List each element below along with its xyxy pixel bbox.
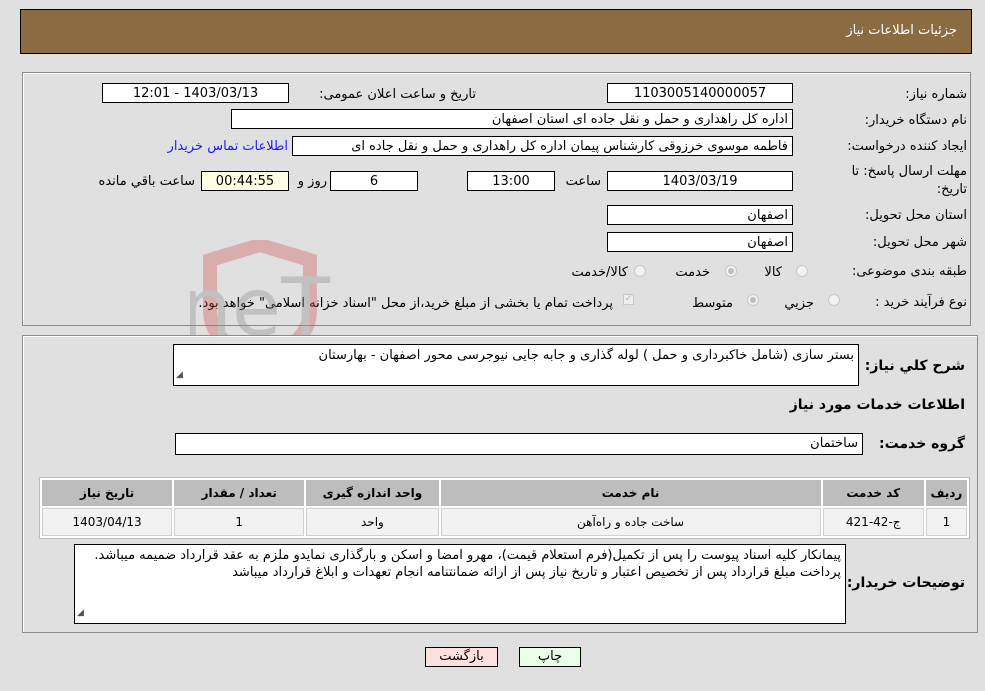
col-quantity: تعداد / مقدار <box>174 480 305 506</box>
creator-field: فاطمه موسوی خرزوقی کارشناس پیمان اداره ک… <box>292 136 793 156</box>
buyer-notes-textarea[interactable]: پیمانکار کلیه اسناد پیوست را پس از تکمیل… <box>74 544 846 624</box>
deadline-date-field: 1403/03/19 <box>607 171 793 191</box>
cell-row-number: 1 <box>925 508 967 536</box>
deadline-label: مهلت ارسال پاسخ: تا تاریخ: <box>851 164 967 197</box>
table-row: 1 ج-42-421 ساخت جاده و راه‌آهن واحد 1 14… <box>42 508 967 536</box>
resize-grip-icon[interactable]: ◢ <box>77 605 84 622</box>
description-textarea[interactable]: بستر سازی (شامل خاکبرداری و حمل ) لوله گ… <box>173 344 859 386</box>
province-label: استان محل تحویل: <box>865 208 967 223</box>
page-title: جزئیات اطلاعات نیاز <box>846 23 957 38</box>
treasury-checkbox[interactable]: ✓ <box>623 294 634 305</box>
category-radio-service[interactable] <box>725 265 737 277</box>
description-label: شرح كلي نياز: <box>864 358 965 374</box>
buyer-org-label: نام دستگاه خریدار: <box>864 113 967 128</box>
cell-unit: واحد <box>306 508 439 536</box>
process-option-medium: متوسط <box>692 296 733 311</box>
announce-field: 1403/03/13 - 12:01 <box>102 83 289 103</box>
services-table: ردیف کد خدمت نام خدمت واحد اندازه گیری ت… <box>39 477 970 539</box>
process-radio-minor[interactable] <box>828 294 840 306</box>
service-group-field: ساختمان <box>175 433 863 455</box>
deadline-time-label: ساعت <box>565 174 601 189</box>
category-radio-goods[interactable] <box>796 265 808 277</box>
remaining-time-field: 00:44:55 <box>201 171 289 191</box>
col-service-name: نام خدمت <box>440 480 821 506</box>
deadline-time-field: 13:00 <box>467 171 555 191</box>
buyer-notes-label: توضیحات خریدار: <box>846 575 965 591</box>
buyer-notes-text: پیمانکار کلیه اسناد پیوست را پس از تکمیل… <box>94 548 841 580</box>
back-button[interactable]: بازگشت <box>425 647 498 667</box>
cell-service-code: ج-42-421 <box>822 508 924 536</box>
col-service-code: کد خدمت <box>822 480 924 506</box>
category-option-goods: کالا <box>764 265 782 280</box>
cell-need-date: 1403/04/13 <box>42 508 173 536</box>
remaining-time-label: ساعت باقي مانده <box>98 174 195 189</box>
services-section-title: اطلاعات خدمات مورد نیاز <box>789 397 965 413</box>
process-option-minor: جزیي <box>784 296 814 311</box>
category-radio-goods-service[interactable] <box>634 265 646 277</box>
buyer-org-field: اداره کل راهداری و حمل و نقل جاده ای است… <box>231 109 793 129</box>
page-header: جزئیات اطلاعات نیاز <box>20 9 972 54</box>
need-number-field: 1103005140000057 <box>607 83 793 103</box>
days-label: روز و <box>297 174 327 189</box>
province-field: اصفهان <box>607 205 793 225</box>
creator-label: ایجاد کننده درخواست: <box>847 139 967 154</box>
need-number-label: شماره نیاز: <box>905 87 967 102</box>
col-unit: واحد اندازه گیری <box>306 480 439 506</box>
category-label: طبقه بندی موضوعی: <box>851 264 967 279</box>
process-radio-medium[interactable] <box>747 294 759 306</box>
service-group-label: گروه خدمت: <box>879 436 965 452</box>
print-button[interactable]: چاپ <box>519 647 581 667</box>
cell-service-name: ساخت جاده و راه‌آهن <box>440 508 821 536</box>
days-remaining-field: 6 <box>330 171 418 191</box>
city-label: شهر محل تحویل: <box>872 235 967 250</box>
col-row-number: ردیف <box>925 480 967 506</box>
announce-label: تاریخ و ساعت اعلان عمومی: <box>319 87 476 102</box>
category-option-service: خدمت <box>675 265 710 280</box>
process-label: نوع فرآیند خرید : <box>875 295 967 310</box>
treasury-note: پرداخت تمام یا بخشی از مبلغ خرید،از محل … <box>198 296 613 311</box>
buyer-contact-link[interactable]: اطلاعات تماس خریدار <box>168 139 288 154</box>
col-need-date: تاریخ نیاز <box>42 480 173 506</box>
description-text: بستر سازی (شامل خاکبرداری و حمل ) لوله گ… <box>318 348 854 363</box>
category-option-goods-service: کالا/خدمت <box>571 265 628 280</box>
city-field: اصفهان <box>607 232 793 252</box>
table-header-row: ردیف کد خدمت نام خدمت واحد اندازه گیری ت… <box>42 480 967 506</box>
resize-grip-icon[interactable]: ◢ <box>176 367 183 384</box>
cell-quantity: 1 <box>174 508 305 536</box>
